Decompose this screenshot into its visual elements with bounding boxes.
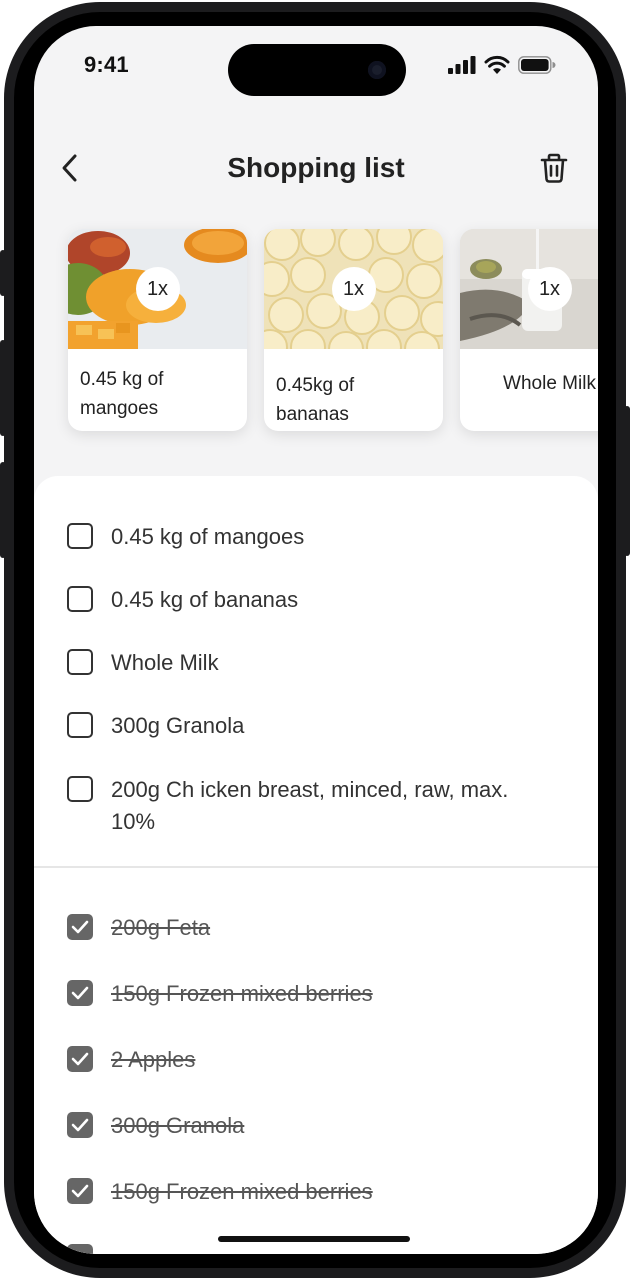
list-item-label: 0.45 kg of mangoes bbox=[111, 524, 305, 549]
status-time: 9:41 bbox=[84, 52, 129, 77]
section-divider bbox=[34, 866, 598, 868]
product-cards: 1x 0.45 kg of mangoes 1x 0.45kg of banan… bbox=[68, 229, 598, 431]
cellular-signal-icon bbox=[448, 55, 476, 74]
checkbox-checked[interactable] bbox=[67, 980, 93, 1006]
wifi-icon bbox=[484, 55, 510, 74]
list-item-label: 200g Feta bbox=[111, 915, 211, 940]
checkbox[interactable] bbox=[67, 649, 93, 675]
list-item-label: 150g Frozen mixed berries bbox=[111, 981, 373, 1006]
checkmark-icon bbox=[71, 986, 89, 1000]
list-item-label: Whole Milk bbox=[111, 650, 219, 675]
list-item-label: 300g Granola bbox=[111, 1113, 245, 1138]
checkmark-icon bbox=[71, 1052, 89, 1066]
checkmark-icon bbox=[71, 1118, 89, 1132]
milk-image: 1x bbox=[460, 229, 598, 349]
checkbox-checked[interactable] bbox=[67, 1244, 93, 1254]
list-item-label: 150g Frozen mixed berries bbox=[111, 1179, 373, 1204]
status-icons bbox=[448, 55, 556, 74]
quantity-badge: 1x bbox=[135, 267, 180, 311]
list-item-label: 0.45 kg of bananas bbox=[111, 587, 299, 612]
trash-icon bbox=[540, 153, 568, 183]
checkmark-icon bbox=[71, 1184, 89, 1198]
list-item-completed[interactable] bbox=[67, 1242, 93, 1254]
checkbox-checked[interactable] bbox=[67, 914, 93, 940]
product-card-milk[interactable]: 1x Whole Milk bbox=[460, 229, 598, 431]
screen: 9:41 Shopping list 1x 0.45 kg of mangoes… bbox=[34, 26, 598, 1254]
quantity-badge: 1x bbox=[527, 267, 572, 311]
list-item[interactable]: 0.45 kg of mangoes bbox=[67, 521, 531, 553]
checkbox[interactable] bbox=[67, 586, 93, 612]
quantity-badge: 1x bbox=[331, 267, 376, 311]
list-item-label: 200g Ch icken breast, minced, raw, max. … bbox=[111, 777, 509, 834]
shopping-list-sheet: 0.45 kg of mangoes 0.45 kg of bananas Wh… bbox=[34, 476, 598, 1254]
list-item[interactable]: Whole Milk bbox=[67, 647, 531, 679]
page-title: Shopping list bbox=[227, 152, 405, 183]
list-item[interactable]: 0.45 kg of bananas bbox=[67, 584, 531, 616]
product-card-label: Whole Milk bbox=[503, 373, 596, 394]
front-camera bbox=[368, 61, 386, 79]
list-item-label: 300g Granola bbox=[111, 713, 245, 738]
list-item[interactable]: 200g Ch icken breast, minced, raw, max. … bbox=[67, 774, 511, 838]
banana-image: 1x bbox=[264, 229, 443, 349]
checkbox-checked[interactable] bbox=[67, 1046, 93, 1072]
list-item-completed[interactable]: 300g Granola bbox=[67, 1110, 531, 1142]
list-item-completed[interactable]: 150g Frozen mixed berries bbox=[67, 1176, 531, 1208]
list-item-completed[interactable]: 200g Feta bbox=[67, 912, 531, 944]
checkbox-checked[interactable] bbox=[67, 1112, 93, 1138]
checkbox[interactable] bbox=[67, 712, 93, 738]
product-card-bananas[interactable]: 1x 0.45kg of bananas bbox=[264, 229, 443, 431]
header: Shopping list bbox=[34, 144, 598, 192]
home-indicator[interactable] bbox=[218, 1236, 410, 1242]
list-item-completed[interactable]: 2 Apples bbox=[67, 1044, 531, 1076]
list-item[interactable]: 300g Granola bbox=[67, 710, 531, 742]
checkbox[interactable] bbox=[67, 523, 93, 549]
delete-list-button[interactable] bbox=[534, 148, 574, 188]
list-item-completed[interactable]: 150g Frozen mixed berries bbox=[67, 978, 531, 1010]
checkbox-checked[interactable] bbox=[67, 1178, 93, 1204]
list-item-label: 2 Apples bbox=[111, 1047, 196, 1072]
mango-image: 1x bbox=[68, 229, 247, 349]
product-card-mangoes[interactable]: 1x 0.45 kg of mangoes bbox=[68, 229, 247, 431]
product-card-label: 0.45 kg of mangoes bbox=[80, 369, 164, 419]
battery-icon bbox=[518, 55, 556, 74]
checkbox[interactable] bbox=[67, 776, 93, 802]
checkmark-icon bbox=[71, 920, 89, 934]
product-card-label: 0.45kg of bananas bbox=[276, 375, 355, 425]
dynamic-island bbox=[228, 44, 406, 96]
